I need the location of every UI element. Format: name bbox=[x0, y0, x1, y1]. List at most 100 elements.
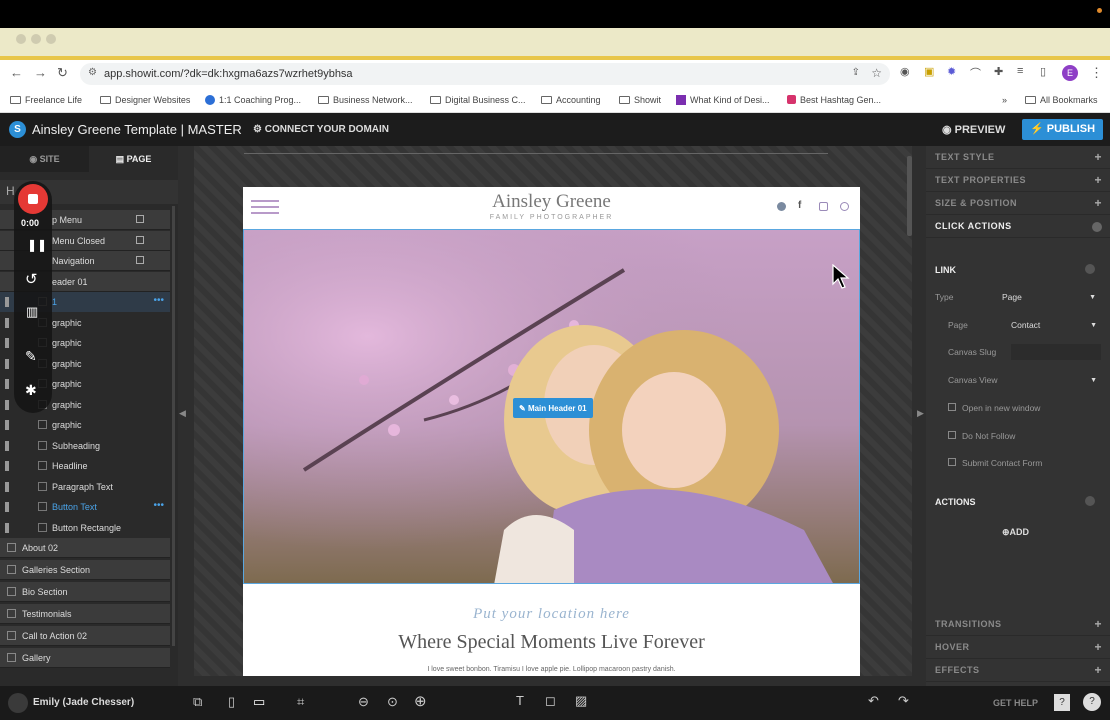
visibility-icon[interactable] bbox=[5, 502, 27, 512]
reading-list-icon[interactable]: ≡ bbox=[1017, 65, 1023, 77]
visibility-icon[interactable] bbox=[5, 481, 27, 492]
bookmark-item[interactable]: Business Network... bbox=[318, 95, 413, 105]
add-text-icon[interactable]: T bbox=[516, 693, 524, 708]
section-row[interactable]: Bio Section bbox=[0, 582, 170, 602]
collapse-left-icon[interactable]: ◀ bbox=[179, 408, 186, 419]
tab-page[interactable]: ▤ PAGE bbox=[89, 146, 178, 172]
window-close-icon[interactable] bbox=[16, 34, 26, 44]
back-icon[interactable]: ← bbox=[10, 65, 23, 80]
section-row[interactable]: Galleries Section bbox=[0, 560, 170, 580]
location-subheading[interactable]: Put your location here bbox=[243, 606, 860, 623]
bookmark-item[interactable]: Digital Business C... bbox=[430, 95, 526, 105]
site-brand[interactable]: Ainsley Greene bbox=[243, 191, 860, 213]
side-panel-icon[interactable]: ▯ bbox=[1040, 65, 1046, 78]
layer-row[interactable]: Paragraph Text bbox=[0, 477, 170, 497]
do-not-follow-checkbox[interactable]: Do Not Follow bbox=[948, 431, 1015, 441]
help-book-icon[interactable]: ? bbox=[1054, 694, 1070, 711]
zoom-reset-icon[interactable]: ⊙ bbox=[387, 694, 398, 710]
instagram-icon[interactable] bbox=[819, 202, 828, 211]
visibility-icon[interactable] bbox=[5, 522, 27, 533]
chat-icon[interactable]: ? bbox=[1083, 693, 1101, 711]
desktop-mobile-view-icon[interactable]: ⧉ bbox=[193, 694, 202, 710]
type-select[interactable]: Page ▼ bbox=[1002, 289, 1100, 305]
preview-button[interactable]: ◉ PREVIEW bbox=[942, 123, 1005, 136]
bookmark-item[interactable]: Freelance Life bbox=[10, 95, 82, 105]
add-shape-icon[interactable]: ◻ bbox=[545, 693, 556, 709]
redo-icon[interactable]: ↷ bbox=[898, 693, 909, 709]
open-new-window-checkbox[interactable]: Open in new window bbox=[948, 403, 1040, 413]
connect-domain-link[interactable]: ⚙ CONNECT YOUR DOMAIN bbox=[253, 124, 389, 135]
submit-contact-form-checkbox[interactable]: Submit Contact Form bbox=[948, 458, 1042, 468]
window-minimize-icon[interactable] bbox=[31, 34, 41, 44]
add-action-button[interactable]: ⊕ADD bbox=[1002, 527, 1029, 538]
effects-section[interactable]: EFFECTS + bbox=[926, 659, 1110, 682]
visibility-icon[interactable] bbox=[5, 440, 27, 451]
facebook-icon[interactable]: f bbox=[798, 200, 801, 211]
canvas-slug-input[interactable] bbox=[1011, 344, 1101, 360]
extension-icon[interactable]: ▣ bbox=[924, 65, 934, 78]
url-bar[interactable]: ⚙ app.showit.com/?dk=dk:hxgma6azs7wzrhet… bbox=[80, 63, 890, 85]
transitions-section[interactable]: TRANSITIONS + bbox=[926, 613, 1110, 636]
bookmark-item[interactable]: Accounting bbox=[541, 95, 601, 105]
user-avatar[interactable] bbox=[8, 693, 28, 713]
canvas-view-select[interactable]: ▼ bbox=[1011, 372, 1101, 388]
layer-options-icon[interactable]: ••• bbox=[153, 500, 164, 511]
section-row[interactable]: Testimonials bbox=[0, 604, 170, 624]
puzzle-icon[interactable]: ✚ bbox=[994, 65, 1003, 78]
visibility-icon[interactable] bbox=[5, 461, 27, 471]
add-image-icon[interactable]: ▨ bbox=[575, 693, 587, 709]
profile-avatar[interactable]: E bbox=[1062, 65, 1078, 81]
canvas-scrollbar[interactable] bbox=[907, 156, 912, 236]
site-headline[interactable]: Where Special Moments Live Forever bbox=[243, 631, 860, 654]
collapse-right-icon[interactable]: ▶ bbox=[917, 408, 924, 419]
social-web-icon[interactable] bbox=[777, 202, 786, 211]
restart-icon[interactable]: ↺ bbox=[25, 270, 38, 288]
size-position-section[interactable]: SIZE & POSITION + bbox=[926, 192, 1110, 215]
stop-recording-button[interactable] bbox=[18, 184, 48, 214]
hover-section[interactable]: HOVER + bbox=[926, 636, 1110, 659]
extension-arc-icon[interactable]: ⌒ bbox=[970, 65, 981, 81]
bookmark-item[interactable]: Showit bbox=[619, 95, 661, 105]
zoom-in-icon[interactable]: ⊕ bbox=[414, 692, 427, 710]
layer-row[interactable]: Button Rectangle bbox=[0, 518, 170, 538]
get-help-link[interactable]: GET HELP bbox=[993, 698, 1038, 708]
page-select[interactable]: Contact ▼ bbox=[1011, 317, 1101, 333]
bookmark-star-icon[interactable]: ☆ bbox=[871, 66, 882, 80]
layer-row[interactable]: Subheading bbox=[0, 436, 170, 456]
all-bookmarks[interactable]: All Bookmarks bbox=[1025, 95, 1098, 105]
forward-icon[interactable]: → bbox=[34, 65, 47, 80]
layer-options-icon[interactable]: ••• bbox=[153, 295, 164, 306]
site-paragraph[interactable]: I love sweet bonbon. Tiramisu I love app… bbox=[243, 666, 860, 673]
bookmark-item[interactable]: Best Hashtag Gen... bbox=[787, 95, 881, 105]
tab-site[interactable]: ◉ SITE bbox=[0, 146, 89, 172]
desktop-view-icon[interactable]: ▭ bbox=[253, 694, 265, 710]
mobile-view-icon[interactable]: ▯ bbox=[228, 694, 235, 710]
pinterest-icon[interactable] bbox=[840, 202, 849, 211]
undo-icon[interactable]: ↶ bbox=[868, 693, 879, 709]
site-info-icon[interactable]: ⚙ bbox=[88, 67, 97, 78]
section-row[interactable]: About 02 bbox=[0, 538, 170, 558]
extension-gear-icon[interactable]: ✹ bbox=[947, 65, 956, 78]
browser-menu-icon[interactable]: ⋮ bbox=[1090, 65, 1103, 81]
text-properties-section[interactable]: TEXT PROPERTIES + bbox=[926, 169, 1110, 192]
selected-element-badge[interactable]: ✎ Main Header 01 bbox=[513, 398, 593, 418]
section-row[interactable]: Call to Action 02 bbox=[0, 626, 170, 646]
zoom-out-icon[interactable]: ⊖ bbox=[358, 694, 369, 710]
visibility-icon[interactable] bbox=[5, 420, 27, 430]
sidebar-scrollbar[interactable] bbox=[172, 206, 175, 646]
click-actions-section[interactable]: CLICK ACTIONS bbox=[926, 215, 1110, 238]
reload-icon[interactable]: ↻ bbox=[57, 65, 68, 81]
pause-icon[interactable]: ❚❚ bbox=[27, 238, 47, 252]
publish-button[interactable]: ⚡ PUBLISH bbox=[1022, 119, 1103, 140]
layer-row[interactable]: Button Text ••• bbox=[0, 497, 170, 517]
bookmark-item[interactable]: 1:1 Coaching Prog... bbox=[205, 95, 301, 105]
crop-icon[interactable]: ⌗ bbox=[297, 694, 304, 710]
window-maximize-icon[interactable] bbox=[46, 34, 56, 44]
link-info-icon[interactable] bbox=[1085, 264, 1095, 274]
share-icon[interactable]: ⇪ bbox=[852, 67, 860, 78]
bookmark-item[interactable]: What Kind of Desi... bbox=[676, 95, 770, 105]
effects-icon[interactable]: ✱ bbox=[25, 382, 37, 399]
text-style-section[interactable]: TEXT STYLE + bbox=[926, 146, 1110, 169]
bookmark-item[interactable]: Designer Websites bbox=[100, 95, 190, 105]
trash-icon[interactable]: ▥ bbox=[26, 304, 38, 320]
